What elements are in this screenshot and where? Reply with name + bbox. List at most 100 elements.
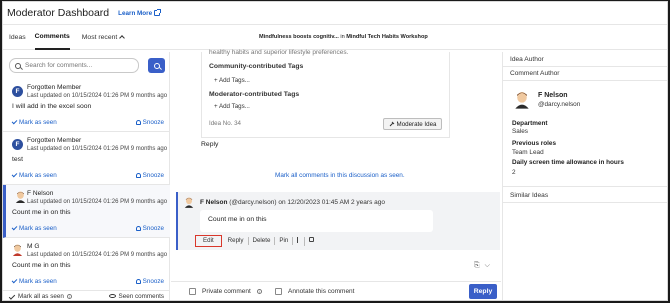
header: Moderator Dashboard Learn More [3,2,667,25]
private-comment-checkbox[interactable] [189,288,196,295]
delete-button[interactable]: Delete [249,237,276,245]
check-icon [11,171,18,178]
list-item-selected[interactable]: F Nelson Last updated on 10/15/2024 01:2… [3,185,170,238]
author-name: F Nelson [538,92,568,99]
info-icon[interactable]: i [66,293,72,299]
snooze-label: Snooze [142,225,164,232]
edit-button[interactable]: Edit [195,235,222,247]
mark-all-seen-button[interactable]: Mark all as seen i [8,292,72,300]
reply-submit-button[interactable]: Reply [469,284,497,299]
chevron-down-icon[interactable]: ⌵ [485,262,490,270]
list-item[interactable]: F Forgotten Member Last updated on 10/15… [3,132,170,185]
list-item[interactable]: M G Last updated on 10/15/2024 01:26 PM … [3,238,170,291]
avatar [184,197,194,208]
comment-author: F Nelson [27,190,54,197]
discussion-panel: healthy habits and superior lifestyle pr… [171,49,501,300]
private-comment-label: Private comment [202,288,251,295]
workshop-title[interactable]: Mindful Tech Habits Workshop [346,34,428,40]
snooze-button[interactable]: Snooze [135,172,164,179]
mark-as-seen-button[interactable]: Mark as seen [11,171,57,179]
mark-as-seen-button[interactable]: Mark as seen [11,118,57,126]
tab-comments[interactable]: Comments [34,25,70,50]
idea-context: Mindfulness boosts cognitiv... in Mindfu… [259,34,428,40]
page-title: Moderator Dashboard [7,7,110,19]
list-item[interactable]: F Forgotten Member Last updated on 10/15… [3,79,170,132]
avatar [515,92,529,109]
moderate-idea-button[interactable]: Moderate Idea [383,118,442,130]
comment-author-heading: Comment Author [510,70,560,77]
idea-description: healthy habits and superior lifestyle pr… [209,49,349,56]
avatar: F [12,86,23,97]
sort-dropdown[interactable]: Most recent [81,25,126,50]
chevron-up-icon [119,35,126,41]
mark-label: Mark as seen [19,225,57,232]
add-community-tags-button[interactable]: + Add Tags... [214,77,250,84]
tab-bar: Ideas Comments Most recent Mindfulness b… [3,25,667,50]
comment-text: I will add in the excel soon [12,103,92,110]
eye-icon [108,294,116,298]
mark-all-discussion-link[interactable]: Mark all comments in this discussion as … [275,172,405,179]
external-link-icon [154,9,162,16]
screen-time-value: 2 [512,169,516,176]
author-handle: @darcy.nelson [538,101,581,108]
reply-button[interactable]: Reply [224,237,249,245]
seen-comments-toggle[interactable]: Seen comments [108,292,165,300]
idea-author-heading: Idea Author [510,56,544,63]
annotate-option[interactable]: Annotate this comment [275,288,354,295]
author-panel: Idea Author Comment Author F Nelson @dar… [502,52,667,300]
idea-title[interactable]: Mindfulness boosts cognitiv... [259,34,339,40]
mark-as-seen-button[interactable]: Mark as seen [11,277,57,285]
divider [503,66,667,67]
search-button[interactable] [148,58,165,73]
learn-more-label: Learn More [118,9,153,17]
avatar [15,191,26,203]
search-box[interactable] [9,58,139,73]
tab-ideas[interactable]: Ideas [3,25,26,50]
attachment-icon[interactable]: ⎘ [474,262,480,270]
snooze-label: Snooze [142,278,164,285]
comment-author: M G [27,243,40,250]
flag-icon[interactable] [305,237,318,245]
comment-date: Last updated on 10/15/2024 01:26 PM 9 mo… [27,252,168,258]
idea-number: Idea No. 34 [209,120,241,127]
snooze-label: Snooze [142,119,164,126]
seen-comments-label: Seen comments [118,292,165,300]
snooze-label: Snooze [142,172,164,179]
pin-icon[interactable] [293,236,306,246]
add-moderator-tags-button[interactable]: + Add Tags... [214,103,250,110]
pin-button[interactable]: Pin [275,237,294,245]
snooze-button[interactable]: Snooze [135,278,164,285]
thread-header: F Nelson (@darcy.nelson) on 12/20/2023 0… [200,199,385,206]
snooze-button[interactable]: Snooze [135,225,164,232]
previous-roles-label: Previous roles [512,140,557,147]
moderate-label: Moderate Idea [396,120,437,128]
comment-text: Count me in on this [12,209,71,216]
avatar: F [12,139,23,150]
comment-date: Last updated on 10/15/2024 01:26 PM 9 mo… [27,93,168,99]
comment-thread: F Nelson (@darcy.nelson) on 12/20/2023 0… [176,192,500,250]
mark-as-seen-button[interactable]: Mark as seen [11,224,57,232]
annotate-label: Annotate this comment [288,288,355,295]
sort-label: Most recent [81,33,118,41]
reply-link[interactable]: Reply [201,141,218,148]
info-icon[interactable]: i [256,289,262,294]
bell-icon [135,226,141,231]
thread-author[interactable]: F Nelson [200,199,227,206]
annotate-checkbox[interactable] [275,288,282,295]
comments-list-panel: F Forgotten Member Last updated on 10/15… [3,52,170,300]
search-input[interactable] [25,62,135,69]
divider [503,202,667,203]
learn-more-link[interactable]: Learn More [118,9,162,17]
composer-toolbar: ⎘ ⌵ [474,262,490,270]
idea-card: healthy habits and superior lifestyle pr… [201,49,450,138]
snooze-button[interactable]: Snooze [135,119,164,126]
thread-meta: (@darcy.nelson) on 12/20/2023 01:45 AM 2… [229,199,385,206]
double-check-icon [8,292,16,300]
comment-text: test [12,156,23,163]
app-window: Moderator Dashboard Learn More Ideas Com… [2,1,668,301]
mark-label: Mark as seen [19,172,57,179]
avatar [12,244,23,256]
previous-roles-value: Team Lead [512,149,544,156]
private-comment-option[interactable]: Private comment i [189,288,262,295]
context-in: in [340,34,345,40]
